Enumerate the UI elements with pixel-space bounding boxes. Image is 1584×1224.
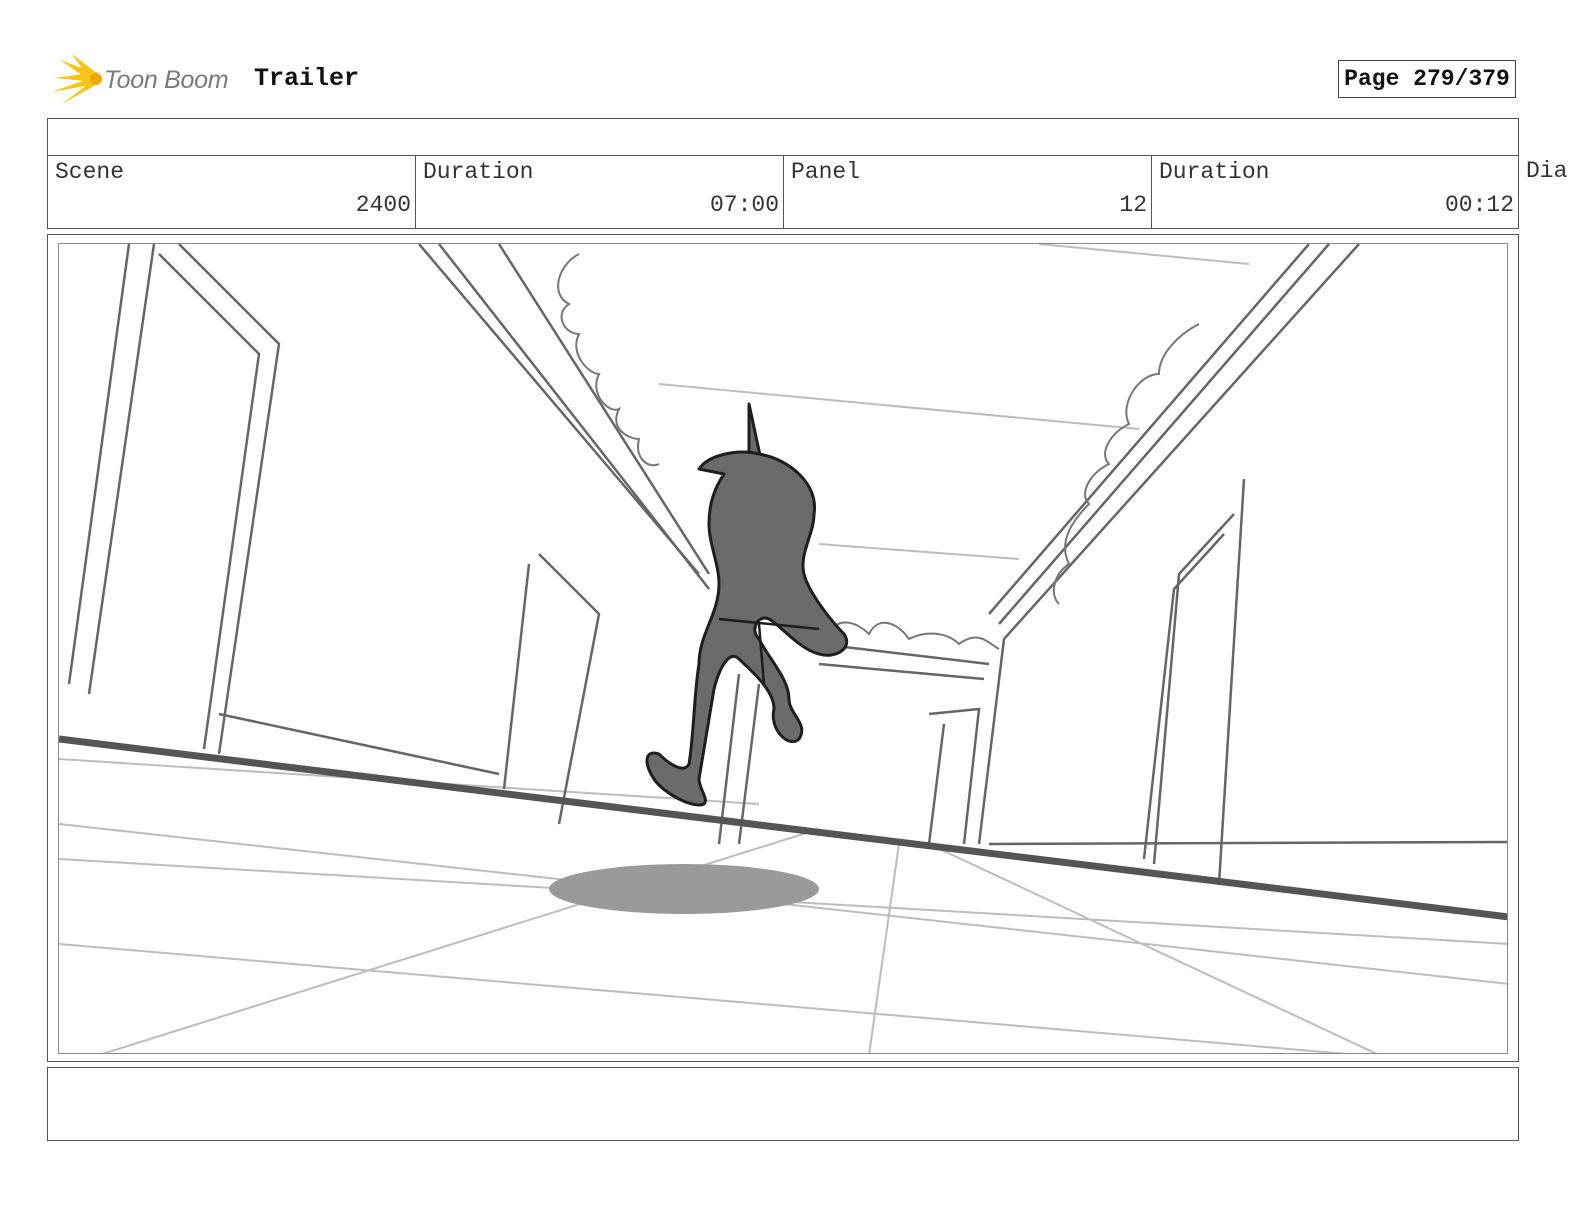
starburst-icon	[52, 54, 102, 104]
scene-duration-cell: Duration 07:00	[415, 156, 783, 228]
scene-cell: Scene 2400	[48, 156, 415, 228]
toon-boom-logo: Toon Boom	[50, 52, 240, 108]
panel-duration-label: Duration	[1159, 159, 1270, 185]
panel-label: Panel	[791, 159, 861, 185]
dialog-label: Dia	[1526, 158, 1568, 184]
page-header: Toon Boom Trailer	[50, 52, 1530, 112]
panel-duration-cell: Duration 00:12	[1151, 156, 1518, 228]
scene-label: Scene	[55, 159, 125, 185]
panel-value: 12	[1119, 192, 1147, 218]
dialog-box	[47, 1067, 1519, 1141]
storyboard-sketch-icon	[59, 244, 1507, 1053]
panel-duration-value: 00:12	[1444, 192, 1514, 218]
top-bar	[47, 118, 1519, 155]
scene-duration-label: Duration	[423, 159, 534, 185]
project-title: Trailer	[254, 64, 360, 93]
page-number: Page 279/379	[1338, 60, 1516, 98]
brand-name: Toon Boom	[104, 66, 229, 94]
info-row: Scene 2400 Duration 07:00 Panel 12 Durat…	[47, 155, 1519, 229]
panel-image	[58, 243, 1508, 1054]
panel-cell: Panel 12	[783, 156, 1151, 228]
scene-value: 2400	[355, 192, 411, 218]
scene-duration-value: 07:00	[709, 192, 779, 218]
